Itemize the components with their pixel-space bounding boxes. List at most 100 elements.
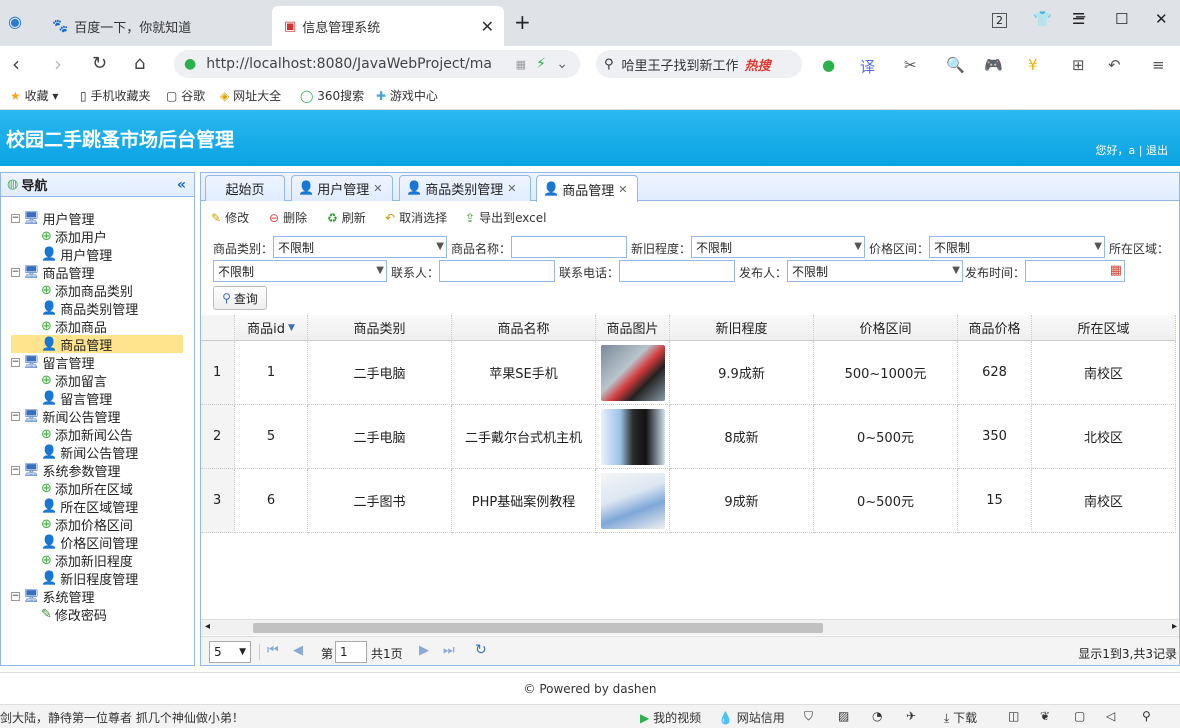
tools-icon[interactable]: ◫ — [1008, 709, 1019, 723]
grid-cell-price[interactable]: 15 — [958, 469, 1032, 533]
category-select[interactable]: 不限制 ▼ — [273, 236, 447, 258]
wechat-icon[interactable]: ● — [822, 56, 835, 74]
tree-group-1[interactable]: − 🖥 商品管理 — [11, 263, 95, 282]
browser-tab-baidu[interactable]: 🐾 百度一下，你就知道 — [40, 6, 270, 46]
column-header[interactable]: 价格区间 — [814, 315, 958, 341]
tree-item[interactable]: ⊕ 添加所在区域 — [41, 479, 133, 498]
home-icon[interactable]: ⌂ — [134, 53, 145, 74]
tree-group-0[interactable]: − 🖥 用户管理 — [11, 209, 95, 228]
reload-icon[interactable]: ↻ — [92, 53, 107, 74]
shield-icon[interactable]: ⛉ — [804, 709, 813, 724]
tab-count-badge[interactable]: 2 — [992, 13, 1007, 28]
grid-cell-name[interactable]: PHP基础案例教程 — [452, 469, 596, 533]
page-number-input[interactable]: 1 — [335, 641, 367, 663]
translate-icon[interactable]: 译 — [860, 56, 875, 77]
search-field[interactable]: ⚲ 哈里王子找到新工作 热搜 — [596, 50, 802, 78]
url-field[interactable]: ● http://localhost:8080/JavaWebProject/m… — [174, 50, 580, 78]
tree-item[interactable]: ⊕ 添加商品类别 — [41, 281, 133, 300]
grid-cell-price[interactable]: 628 — [958, 341, 1032, 405]
horizontal-scrollbar[interactable]: ◂ ▸ — [201, 619, 1179, 635]
grid-cell-name[interactable]: 苹果SE手机 — [452, 341, 596, 405]
chevron-down-icon[interactable]: ⌄ — [556, 56, 568, 72]
tab-category-mgmt[interactable]: 👤 商品类别管理 ✕ — [399, 175, 531, 201]
tree-item[interactable]: 👤 商品管理 — [11, 335, 183, 354]
last-page-icon[interactable]: ⏭ — [443, 643, 455, 658]
bookmark-mobile[interactable]: ▯ 手机收藏夹 — [80, 87, 150, 104]
expand-toggle-icon[interactable]: − — [11, 591, 20, 601]
tab-goods-mgmt[interactable]: 👤 商品管理 ✕ — [536, 175, 638, 202]
price-select[interactable]: 不限制 ▼ — [929, 236, 1105, 258]
row-number[interactable]: 1 — [201, 341, 235, 405]
expand-toggle-icon[interactable]: − — [11, 411, 20, 421]
tree-item[interactable]: 👤 商品类别管理 — [41, 299, 138, 318]
grid-cell-range[interactable]: 0~500元 — [814, 469, 958, 533]
tree-item[interactable]: 👤 用户管理 — [41, 245, 112, 264]
column-header[interactable]: 商品图片 — [596, 315, 670, 341]
collapse-icon[interactable]: « — [177, 177, 186, 193]
tab-home[interactable]: 起始页 — [205, 175, 285, 201]
column-header[interactable]: 商品类别 — [308, 315, 452, 341]
column-header[interactable]: 商品价格 — [958, 315, 1032, 341]
rocket-icon[interactable]: ✈ — [906, 709, 916, 723]
calendar-icon[interactable]: ▦ — [1110, 263, 1122, 278]
my-video-link[interactable]: ▶ 我的视频 — [640, 709, 701, 726]
edit-button[interactable]: ✎ 修改 — [211, 209, 249, 226]
column-header[interactable]: 新旧程度 — [670, 315, 814, 341]
expand-toggle-icon[interactable]: − — [11, 465, 20, 475]
site-credit-link[interactable]: 💧 网站信用 — [718, 709, 785, 726]
column-header[interactable]: 商品名称 — [452, 315, 596, 341]
grid-cell-price[interactable]: 350 — [958, 405, 1032, 469]
tree-group-5[interactable]: − 🖥 系统管理 — [11, 587, 95, 606]
column-header[interactable]: 所在区域 — [1032, 315, 1176, 341]
reload-page-icon[interactable]: ↻ — [475, 642, 487, 658]
contact-input[interactable] — [439, 260, 555, 282]
scroll-left-icon[interactable]: ◂ — [205, 621, 210, 632]
grid-cell-area[interactable]: 南校区 — [1032, 341, 1176, 405]
browser-menu-icon[interactable]: ≡ — [1152, 56, 1165, 74]
grid-cell-name[interactable]: 二手戴尔台式机主机 — [452, 405, 596, 469]
lightning-icon[interactable]: ⚡ — [536, 56, 546, 72]
apps-grid-icon[interactable]: ⊞ — [1072, 56, 1085, 74]
tree-item[interactable]: ⊕ 添加商品 — [41, 317, 107, 336]
status-news-text[interactable]: 剑大陆，静待第一位尊者 抓几个神仙做小弟！ — [0, 709, 244, 726]
tree-group-3[interactable]: − 🖥 新闻公告管理 — [11, 407, 121, 426]
bookmark-google[interactable]: ▢ 谷歌 — [166, 87, 205, 104]
undo-icon[interactable]: ↶ — [1108, 56, 1121, 74]
bookmark-360[interactable]: ◯ 360搜索 — [300, 87, 364, 104]
window-icon[interactable]: ▢ — [1074, 709, 1085, 723]
tree-item[interactable]: 👤 留言管理 — [41, 389, 112, 408]
qr-icon[interactable]: ▦ — [516, 58, 526, 71]
tree-group-4[interactable]: − 🖥 系统参数管理 — [11, 461, 121, 480]
name-input[interactable] — [511, 236, 627, 258]
gamepad-icon[interactable]: 🎮 — [984, 56, 1003, 74]
bookmark-favorites[interactable]: ★ 收藏 ▾ — [10, 87, 58, 104]
phone-input[interactable] — [619, 260, 735, 282]
grid-cell-image[interactable] — [596, 405, 670, 469]
tree-item[interactable]: ⊕ 添加新闻公告 — [41, 425, 133, 444]
tree-item[interactable]: 👤 所在区域管理 — [41, 497, 138, 516]
cancel-select-button[interactable]: ↶ 取消选择 — [385, 209, 447, 226]
tree-item[interactable]: ⊕ 添加价格区间 — [41, 515, 133, 534]
first-page-icon[interactable]: ⏮ — [267, 643, 279, 658]
new-tab-button[interactable]: + — [514, 10, 531, 34]
image-icon[interactable]: ▨ — [838, 709, 849, 723]
download-link[interactable]: ⤓ 下载 — [944, 709, 977, 726]
row-number[interactable]: 2 — [201, 405, 235, 469]
back-icon[interactable]: ‹ — [12, 52, 20, 76]
scroll-thumb[interactable] — [253, 623, 823, 633]
grid-cell-id[interactable]: 6 — [235, 469, 308, 533]
area-select[interactable]: 不限制 ▼ — [213, 260, 387, 282]
forward-icon[interactable]: › — [54, 52, 62, 76]
tab-user-mgmt[interactable]: 👤 用户管理 ✕ — [291, 175, 393, 201]
grid-cell-range[interactable]: 0~500元 — [814, 405, 958, 469]
minimize-icon[interactable]: ─ — [1076, 8, 1085, 26]
time-input[interactable]: ▦ — [1025, 260, 1125, 282]
publisher-select[interactable]: 不限制 ▼ — [787, 260, 963, 282]
tree-item[interactable]: 👤 价格区间管理 — [41, 533, 138, 552]
tree-item[interactable]: ✎ 修改密码 — [41, 605, 107, 624]
grid-cell-cat[interactable]: 二手电脑 — [308, 405, 452, 469]
tree-item[interactable]: 👤 新闻公告管理 — [41, 443, 138, 462]
grid-cell-id[interactable]: 5 — [235, 405, 308, 469]
magnifier-icon[interactable]: 🔍 — [946, 56, 965, 74]
grid-cell-id[interactable]: 1 — [235, 341, 308, 405]
